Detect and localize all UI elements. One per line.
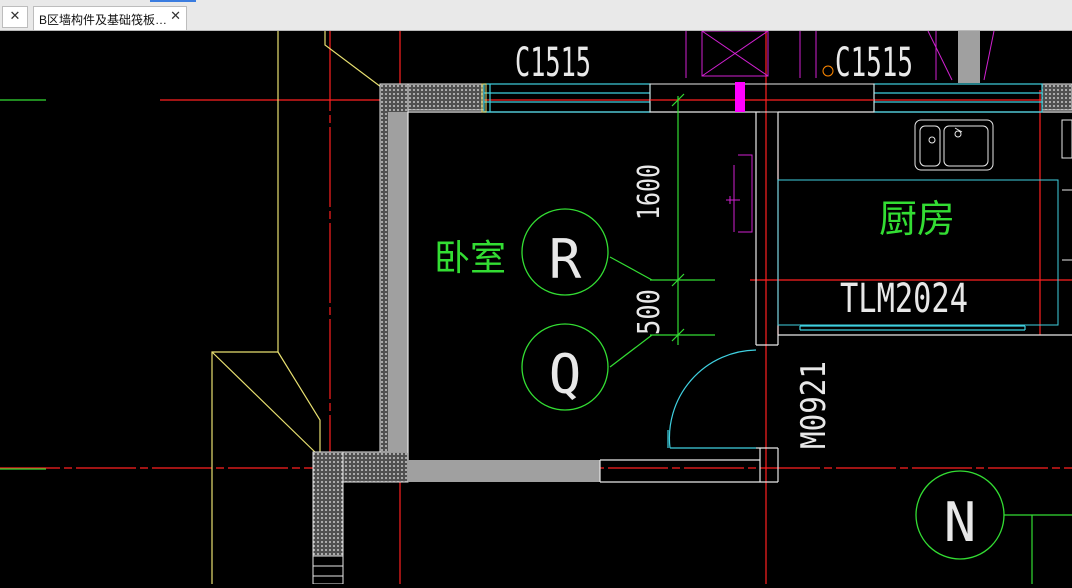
tag-n-label: N [944,491,977,554]
window-left [483,83,651,113]
dimension-lower: 500 [632,289,667,335]
close-icon[interactable]: ✕ [170,9,181,24]
column-marker [735,82,745,112]
sliding-door [799,325,1026,331]
kitchen-counter [1061,119,1072,261]
grid-marker [822,65,834,77]
room-label-bedroom: 卧室 [434,238,506,279]
window-label-right: C1515 [835,40,913,86]
window-right [873,83,1043,113]
kitchen-sink-icon [914,119,994,171]
tab-accent-line [150,0,196,2]
dimension-upper: 1600 [632,164,667,220]
tab-drawing[interactable]: B区墙构件及基础筏板… ✕ [33,6,187,30]
door-label: M0921 [794,361,834,449]
tag-q-label: Q [549,343,582,406]
sliding-door-label: TLM2024 [840,276,968,322]
close-tab-button[interactable]: ✕ [2,6,28,28]
room-label-kitchen: 厨房 [879,197,955,241]
tag-r-label: R [549,228,582,291]
window-label-left: C1515 [515,40,591,86]
door-swing [667,349,757,449]
tab-label: B区墙构件及基础筏板… [39,13,167,27]
drawing-canvas[interactable]: C1515 C1515 TLM2024 M0921 1600 500 R Q N… [0,30,1072,585]
tab-bar: ✕ B区墙构件及基础筏板… ✕ [0,0,1072,31]
balcony-outline [211,31,386,584]
walls-lines [407,111,1072,483]
axis-stubs [0,99,1072,584]
window-middle [649,83,875,113]
cad-drawing[interactable]: C1515 C1515 TLM2024 M0921 1600 500 R Q N… [0,30,1072,585]
